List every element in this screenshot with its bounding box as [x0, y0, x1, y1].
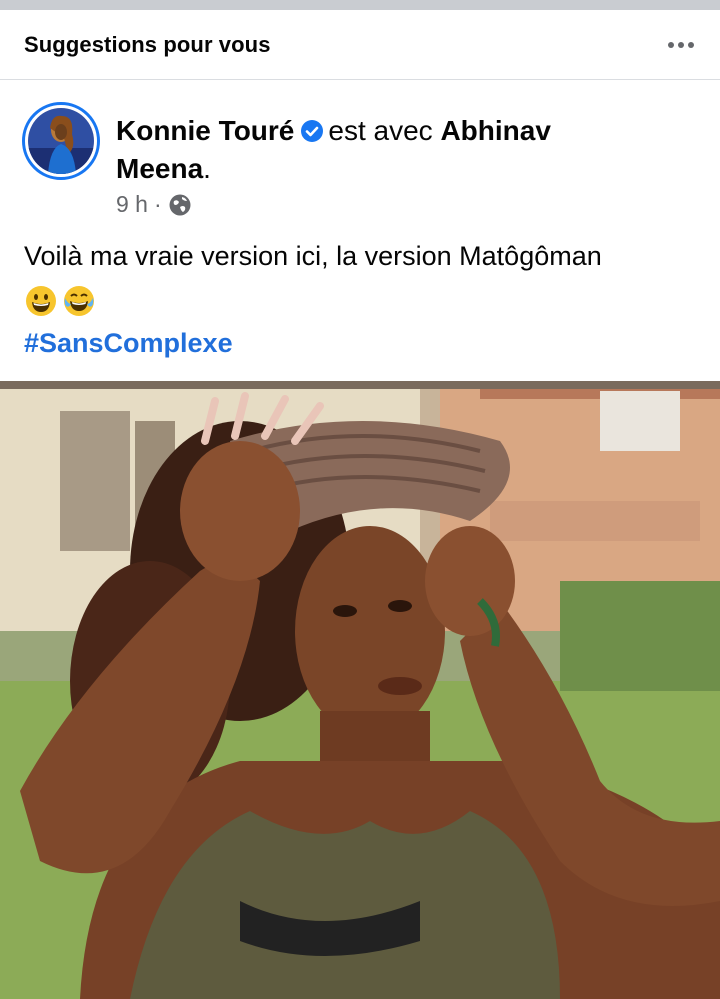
post-meta: 9 h ·: [116, 191, 192, 218]
author-line: Konnie Touré est avec Abhinav Meena.: [116, 112, 676, 188]
avatar-photo: [28, 108, 94, 174]
tagged-last-name[interactable]: Meena: [116, 153, 203, 184]
avatar-image: [28, 108, 94, 174]
emoji-row: [24, 284, 96, 318]
post-photo-image: [0, 381, 720, 999]
author-avatar[interactable]: [22, 102, 100, 180]
more-horizontal-icon: [668, 41, 674, 48]
globe-icon: [169, 194, 191, 215]
suggestions-header: Suggestions pour vous: [0, 10, 720, 80]
tagged-first-name[interactable]: Abhinav: [440, 115, 550, 146]
tears-of-joy-icon: [64, 286, 94, 316]
verified-badge-icon: [301, 120, 324, 142]
post-text: Voilà ma vraie version ici, la version M…: [24, 241, 602, 271]
period: .: [203, 153, 211, 184]
hashtag-link[interactable]: #SansComplexe: [24, 324, 233, 362]
post-time[interactable]: 9 h: [116, 191, 148, 218]
meta-separator: ·: [153, 191, 162, 217]
post-photo[interactable]: [0, 381, 720, 999]
top-separator-bar: [0, 0, 720, 10]
grinning-face-icon: [26, 286, 56, 316]
section-title: Suggestions pour vous: [24, 31, 271, 57]
with-text: est avec: [328, 115, 433, 146]
more-options-button[interactable]: [666, 36, 696, 54]
post-header: Konnie Touré est avec Abhinav Meena. 9 h …: [22, 102, 702, 222]
author-name[interactable]: Konnie Touré: [116, 115, 294, 146]
